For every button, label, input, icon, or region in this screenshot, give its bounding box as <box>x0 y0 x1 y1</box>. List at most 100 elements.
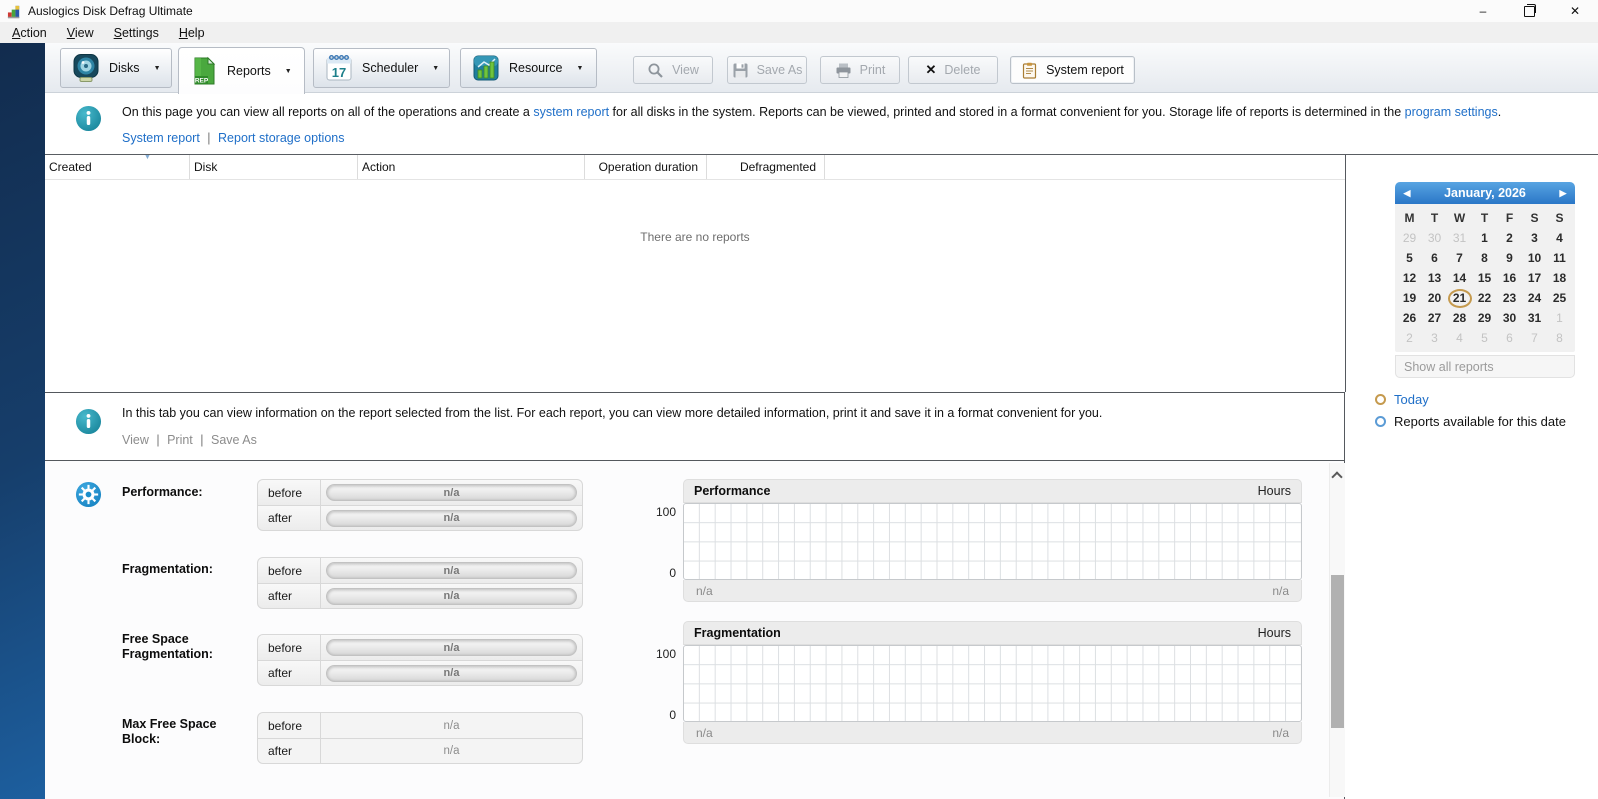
reports-info-text: On this page you can view all reports on… <box>122 105 1562 119</box>
inline-link[interactable]: program settings <box>1405 105 1498 119</box>
fragmentation-chart-grid <box>683 645 1302 722</box>
details-scrollbar[interactable] <box>1329 463 1345 797</box>
calendar-day[interactable]: 9 <box>1497 248 1522 268</box>
metric-value-bar: n/a <box>321 634 583 660</box>
chevron-down-icon[interactable]: ▼ <box>432 65 439 72</box>
delete-button[interactable]: ✕ Delete <box>908 56 998 84</box>
calendar-week-row: 2627282930311 <box>1397 308 1573 328</box>
link-system-report[interactable]: System report <box>122 131 200 145</box>
print-button[interactable]: Print <box>820 56 900 84</box>
calendar-day[interactable]: 2 <box>1397 328 1422 348</box>
calendar-day[interactable]: 8 <box>1472 248 1497 268</box>
calendar-week-row: 2930311234 <box>1397 228 1573 248</box>
chart-title: Performance <box>694 484 770 498</box>
menu-item-settings[interactable]: Settings <box>104 26 169 40</box>
column-header-action[interactable]: Action <box>358 155 585 179</box>
metric-row-label: before <box>257 634 321 660</box>
calendar-day[interactable]: 31 <box>1522 308 1547 328</box>
tab-reports[interactable]: REP Reports ▼ <box>178 47 305 94</box>
calendar-day[interactable]: 3 <box>1522 228 1547 248</box>
app-logo-icon <box>7 4 22 19</box>
info-text-segment: On this page you can view all reports on… <box>122 105 533 119</box>
view-button[interactable]: View <box>633 56 713 84</box>
calendar-day-today[interactable]: 21 <box>1447 288 1472 308</box>
link-report-storage-options[interactable]: Report storage options <box>218 131 344 145</box>
calendar-day[interactable]: 18 <box>1547 268 1572 288</box>
restore-button[interactable] <box>1506 0 1552 22</box>
close-button[interactable]: ✕ <box>1552 0 1598 22</box>
link-view[interactable]: View <box>122 433 149 447</box>
calendar-day[interactable]: 19 <box>1397 288 1422 308</box>
show-all-reports-button[interactable]: Show all reports <box>1395 355 1575 378</box>
calendar-day[interactable]: 30 <box>1497 308 1522 328</box>
calendar-day[interactable]: 10 <box>1522 248 1547 268</box>
calendar-day[interactable]: 3 <box>1422 328 1447 348</box>
chart-footer-right: n/a <box>1272 584 1289 598</box>
calendar-day[interactable]: 13 <box>1422 268 1447 288</box>
save-as-button[interactable]: Save As <box>727 56 807 84</box>
minimize-button[interactable]: – <box>1460 0 1506 22</box>
calendar-prev-button[interactable]: ◀ <box>1395 182 1419 204</box>
calendar-day[interactable]: 30 <box>1422 228 1447 248</box>
calendar-day[interactable]: 6 <box>1422 248 1447 268</box>
chevron-down-icon[interactable]: ▼ <box>154 65 161 72</box>
metric-value-bar: n/a <box>321 738 583 764</box>
calendar-header: ◀ January, 2026 ▶ <box>1395 182 1575 204</box>
window-background-strip <box>0 43 45 799</box>
calendar-day[interactable]: 11 <box>1547 248 1572 268</box>
column-header-created[interactable]: Created <box>45 155 190 179</box>
column-header-operation-duration[interactable]: Operation duration <box>585 155 707 179</box>
metric-row-before: beforen/a <box>257 712 583 738</box>
chevron-down-icon[interactable]: ▼ <box>285 68 292 75</box>
column-header-defragmented[interactable]: Defragmented <box>707 155 825 179</box>
calendar-day[interactable]: 25 <box>1547 288 1572 308</box>
calendar-day[interactable]: 26 <box>1397 308 1422 328</box>
link-separator: | <box>153 433 163 447</box>
calendar-day[interactable]: 22 <box>1472 288 1497 308</box>
calendar-day[interactable]: 16 <box>1497 268 1522 288</box>
calendar-day[interactable]: 27 <box>1422 308 1447 328</box>
menu-item-help[interactable]: Help <box>169 26 215 40</box>
tab-disks[interactable]: Disks ▼ <box>60 48 172 88</box>
tab-resource[interactable]: Resource ▼ <box>460 48 597 88</box>
calendar-day[interactable]: 2 <box>1497 228 1522 248</box>
calendar-day[interactable]: 8 <box>1547 328 1572 348</box>
calendar-next-button[interactable]: ▶ <box>1551 182 1575 204</box>
metric-group: beforen/aaftern/a <box>257 634 583 686</box>
column-header-disk[interactable]: Disk <box>190 155 358 179</box>
calendar-day[interactable]: 24 <box>1522 288 1547 308</box>
calendar-day[interactable]: 15 <box>1472 268 1497 288</box>
calendar-17-icon: 17 <box>324 53 354 83</box>
scrollbar-thumb[interactable] <box>1331 575 1344 728</box>
link-print[interactable]: Print <box>167 433 193 447</box>
system-report-button[interactable]: System report <box>1010 56 1135 84</box>
calendar-day[interactable]: 14 <box>1447 268 1472 288</box>
calendar-day[interactable]: 1 <box>1472 228 1497 248</box>
calendar-day[interactable]: 6 <box>1497 328 1522 348</box>
fragmentation-chart: Fragmentation Hours n/a n/a <box>683 621 1302 744</box>
calendar-day[interactable]: 5 <box>1397 248 1422 268</box>
calendar-day[interactable]: 31 <box>1447 228 1472 248</box>
calendar-day[interactable]: 1 <box>1547 308 1572 328</box>
calendar-day[interactable]: 17 <box>1522 268 1547 288</box>
delete-x-icon: ✕ <box>925 62 936 78</box>
chevron-down-icon[interactable]: ▼ <box>577 65 584 72</box>
calendar-week-row: 12131415161718 <box>1397 268 1573 288</box>
calendar-day[interactable]: 23 <box>1497 288 1522 308</box>
calendar-day[interactable]: 4 <box>1547 228 1572 248</box>
calendar-day[interactable]: 29 <box>1472 308 1497 328</box>
calendar-day[interactable]: 7 <box>1522 328 1547 348</box>
calendar-day[interactable]: 28 <box>1447 308 1472 328</box>
calendar-day[interactable]: 12 <box>1397 268 1422 288</box>
scroll-up-icon[interactable] <box>1333 471 1341 479</box>
menu-item-action[interactable]: Action <box>2 26 57 40</box>
calendar-day[interactable]: 7 <box>1447 248 1472 268</box>
calendar-day[interactable]: 20 <box>1422 288 1447 308</box>
calendar-day[interactable]: 4 <box>1447 328 1472 348</box>
link-save-as[interactable]: Save As <box>211 433 257 447</box>
inline-link[interactable]: system report <box>533 105 609 119</box>
tab-scheduler[interactable]: 17 Scheduler ▼ <box>313 48 450 88</box>
menu-item-view[interactable]: View <box>57 26 104 40</box>
calendar-day[interactable]: 29 <box>1397 228 1422 248</box>
calendar-day[interactable]: 5 <box>1472 328 1497 348</box>
